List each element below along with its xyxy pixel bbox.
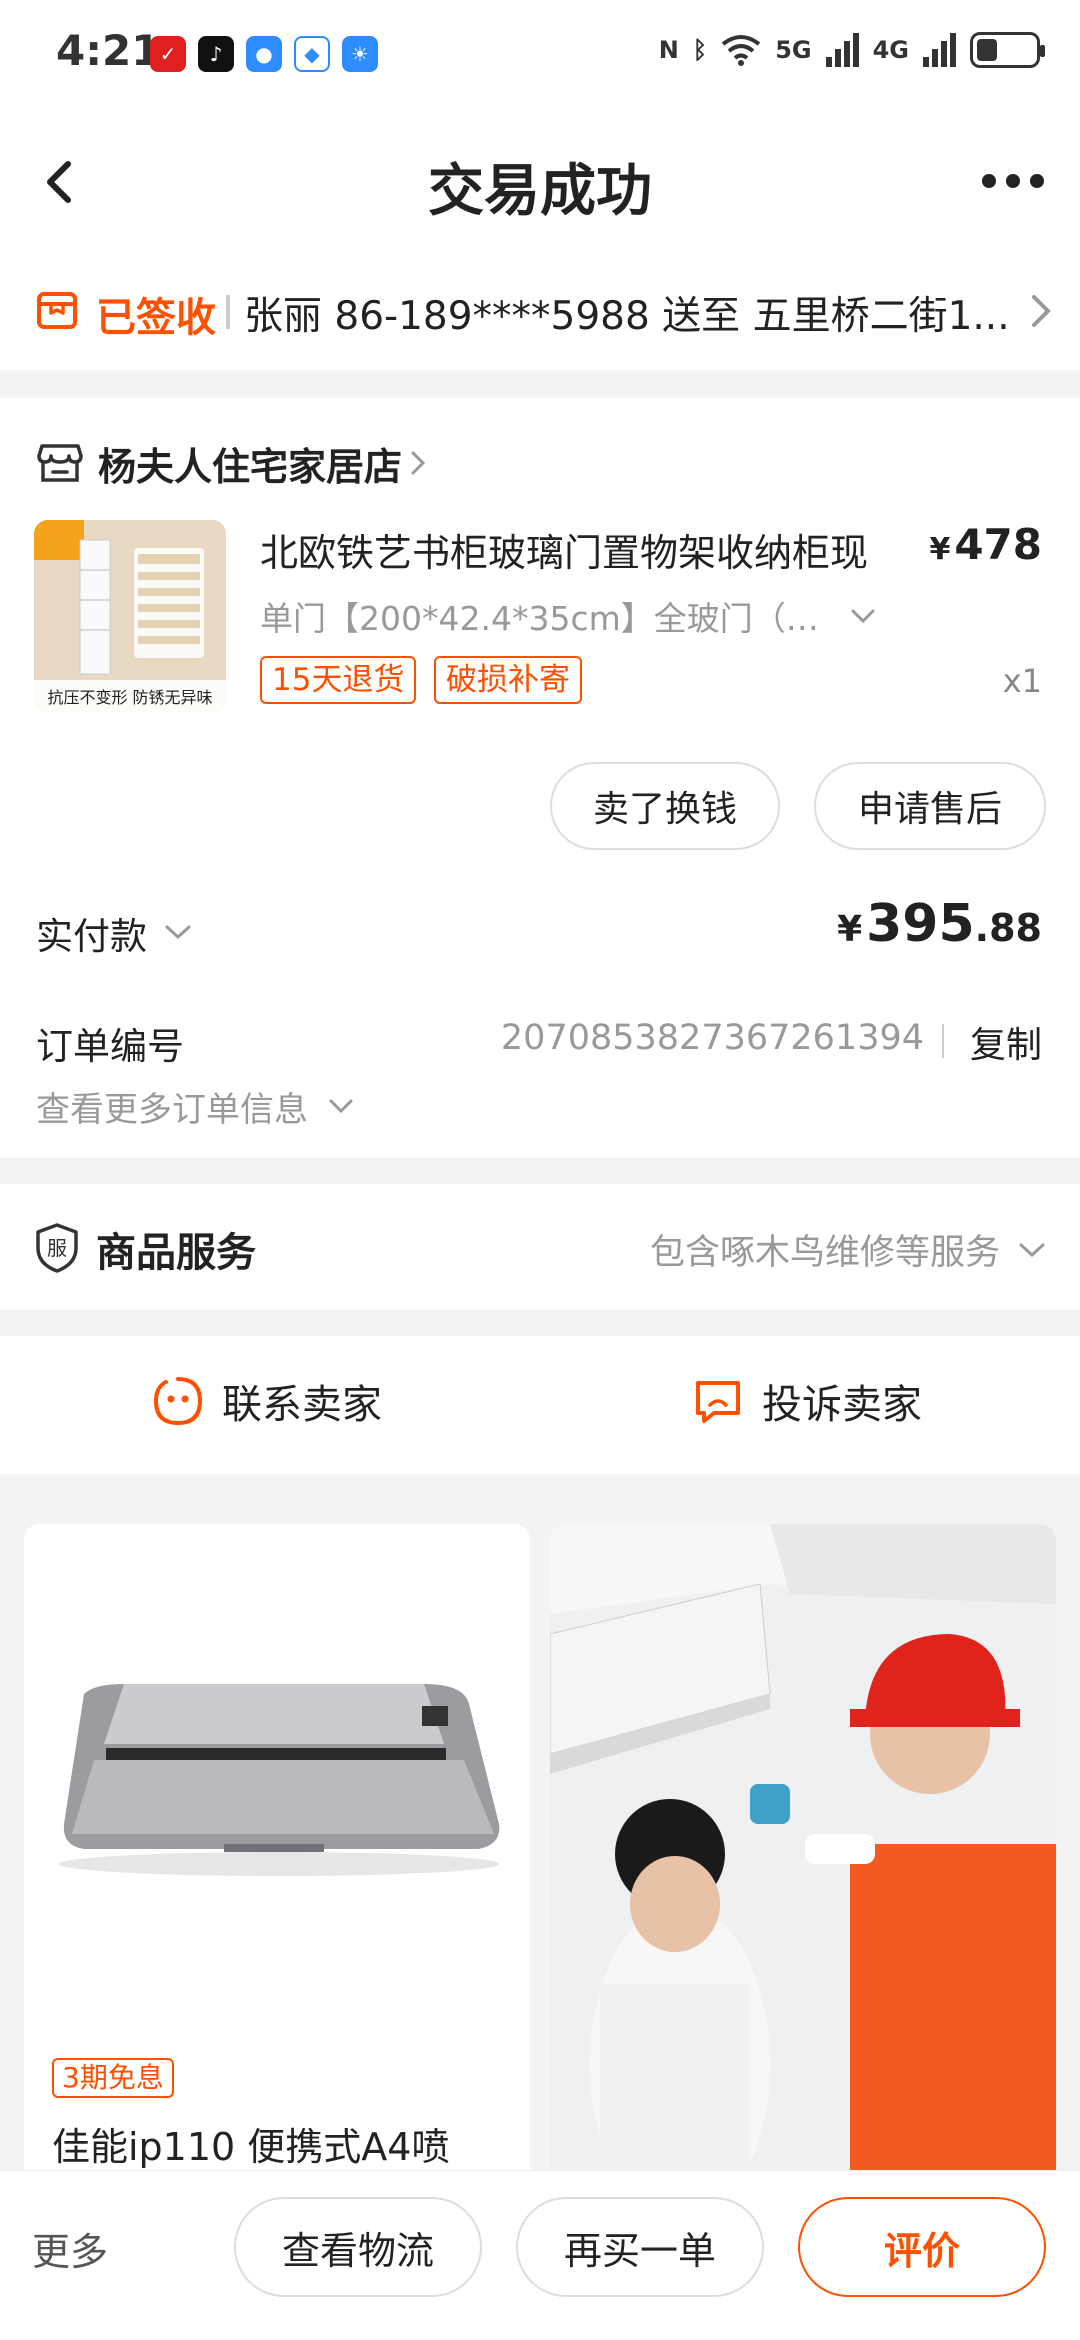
order-card: 杨夫人住宅家居店 抗压不变形 防锈无异味 北欧铁艺书柜玻璃门置物架收纳柜现 ¥4… (0, 398, 1080, 1158)
network-4g-label: 4G (872, 36, 909, 64)
divider (942, 1024, 944, 1058)
chat-face-icon (153, 1377, 203, 1426)
printer-image (24, 1524, 530, 2044)
more-options-icon[interactable] (978, 166, 1048, 196)
delivery-status-row[interactable]: 已签收 张丽 86-189****5988 送至 五里桥二街1... (0, 255, 1080, 370)
paid-amount: ¥395.88 (837, 894, 1042, 954)
quantity: x1 (1002, 662, 1042, 700)
divider (226, 295, 230, 329)
shop-name[interactable]: 杨夫人住宅家居店 (98, 436, 402, 491)
wifi-icon (721, 35, 761, 66)
complain-seller-label: 投诉卖家 (762, 1382, 922, 1428)
package-icon (37, 292, 77, 329)
more-order-info-link[interactable]: 查看更多订单信息 (36, 1082, 308, 1131)
browser-app-icon: ◆ (294, 36, 330, 72)
product-spec[interactable]: 单门【200*42.4*35cm】全玻门（白... (260, 592, 820, 640)
svg-text:服: 服 (47, 1236, 67, 1260)
battery-icon (970, 32, 1045, 68)
contact-seller-button[interactable]: 联系卖家 (152, 1372, 382, 1430)
signal-icon (825, 33, 859, 67)
tag-damage: 破损补寄 (434, 656, 582, 704)
chevron-down-icon (1019, 1243, 1045, 1258)
product-price-value: 478 (954, 520, 1042, 569)
currency-symbol: ¥ (837, 909, 863, 950)
product-services-row[interactable]: 服 商品服务 包含啄木鸟维修等服务 (0, 1184, 1080, 1310)
status-time: 4:21 (56, 26, 161, 75)
currency-symbol: ¥ (929, 532, 951, 567)
sell-button[interactable]: 卖了换钱 (550, 762, 780, 850)
services-description: 包含啄木鸟维修等服务 (649, 1233, 1000, 1273)
delivery-address: 张丽 86-189****5988 送至 五里桥二街1... (244, 294, 1010, 339)
complaint-icon (696, 1381, 740, 1423)
status-indicators: N ᛒ 5G 4G (658, 32, 1045, 68)
chevron-right-icon (1032, 295, 1051, 327)
bottom-action-bar: 更多 查看物流 再买一单 评价 (0, 2170, 1080, 2340)
weather-app-icon: ☀ (342, 36, 378, 72)
feed-card[interactable]: 3期免息 佳能ip110 便携式A4喷 (24, 1524, 530, 2224)
delivery-status: 已签收 (96, 295, 216, 341)
message-app-icon: ● (246, 36, 282, 72)
chevron-down-icon[interactable] (326, 1096, 356, 1116)
services-title: 商品服务 (96, 1230, 256, 1276)
product-thumbnail[interactable]: 抗压不变形 防锈无异味 (34, 520, 226, 712)
contact-seller-label: 联系卖家 (222, 1382, 382, 1428)
paid-amount-int: 395 (866, 894, 975, 954)
shop-icon (37, 444, 83, 482)
order-number: 2070853827367261394 (500, 1018, 924, 1058)
buy-again-button[interactable]: 再买一单 (516, 2197, 764, 2297)
complain-seller-button[interactable]: 投诉卖家 (692, 1372, 922, 1430)
thumbnail-caption: 抗压不变形 防锈无异味 (47, 688, 213, 707)
status-bar: 4:21 ✓ ♪ ● ◆ ☀ N ᛒ 5G 4G (0, 0, 1080, 110)
chevron-down-icon[interactable] (162, 922, 194, 942)
signal-2-icon (923, 33, 956, 67)
product-title[interactable]: 北欧铁艺书柜玻璃门置物架收纳柜现 (260, 522, 920, 577)
app-notification-icon: ✓ (150, 36, 186, 72)
feed-card[interactable] (550, 1524, 1056, 2224)
product-price: ¥478 (929, 520, 1042, 569)
status-app-icons: ✓ ♪ ● ◆ ☀ (150, 36, 378, 72)
title-bar: 交易成功 (0, 110, 1080, 255)
service-shield-icon: 服 (36, 1223, 78, 1273)
repair-service-image (550, 1524, 1056, 2224)
chevron-right-icon (411, 451, 426, 475)
order-number-label: 订单编号 (36, 1025, 184, 1068)
copy-button[interactable]: 复制 (970, 1016, 1042, 1068)
paid-amount-dec: .88 (974, 906, 1042, 950)
view-logistics-button[interactable]: 查看物流 (234, 2197, 482, 2297)
review-button[interactable]: 评价 (798, 2197, 1046, 2297)
feed-item-title: 佳能ip110 便携式A4喷 (52, 2125, 450, 2169)
tiktok-icon: ♪ (198, 36, 234, 72)
paid-label[interactable]: 实付款 (36, 906, 147, 960)
tag-return: 15天退货 (260, 656, 417, 704)
more-button[interactable]: 更多 (32, 2221, 108, 2276)
nfc-icon: N (658, 36, 679, 64)
page-title: 交易成功 (428, 159, 652, 224)
network-5g-label: 5G (775, 36, 812, 64)
bluetooth-icon: ᛒ (692, 36, 708, 64)
after-sale-button[interactable]: 申请售后 (814, 762, 1046, 850)
contact-row: 联系卖家 投诉卖家 (0, 1336, 1080, 1474)
chevron-down-icon (851, 609, 875, 624)
installment-badge: 3期免息 (52, 2058, 174, 2098)
recommendation-feed: 3期免息 佳能ip110 便携式A4喷 (0, 1500, 1080, 2224)
